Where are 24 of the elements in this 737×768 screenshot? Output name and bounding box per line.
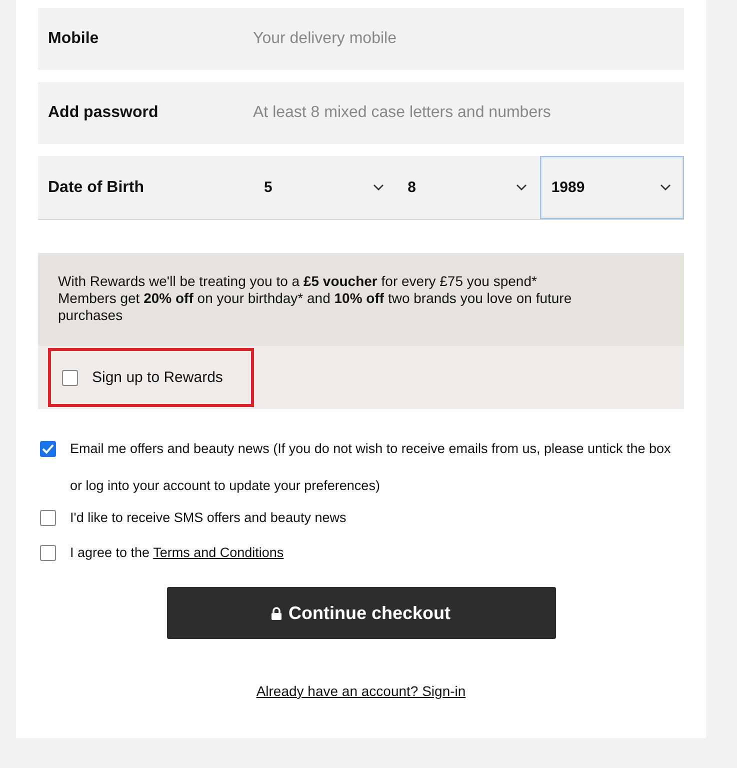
consent-text: I'd like to receive SMS offers and beauty news: [70, 509, 348, 527]
consent-text: I agree to the Terms and Conditions: [70, 544, 285, 562]
chevron-down-icon: [660, 184, 672, 191]
checkbox[interactable]: [40, 441, 56, 457]
input-field[interactable]: At least 8 mixed case letters and numbers: [253, 104, 684, 122]
checkbox[interactable]: [40, 510, 56, 526]
continue-checkout-button[interactable]: Continue checkout: [166, 587, 556, 639]
select-field[interactable]: 5: [253, 156, 397, 219]
checkbox[interactable]: [40, 545, 56, 561]
field-label: Mobile: [48, 30, 100, 48]
select-field[interactable]: 1989: [540, 156, 684, 219]
rewards-text: With Rewards we'll be treating you to a £5 voucher for every £75 you spend* Members get 20% off on your birthday* and 10% off two brands you love on future purchases: [57, 272, 573, 325]
consent-text: Email me offers and beauty news (If you do not wish to receive emails from us, please untick the box or log into your account to update your preferences): [70, 440, 672, 495]
checkbox-label: Sign up to Rewards: [92, 369, 223, 386]
sign-in-link[interactable]: Already have an account? Sign-in: [256, 683, 466, 699]
checkbox[interactable]: [62, 370, 78, 386]
field-label: Add password: [48, 104, 160, 122]
input-field[interactable]: Your delivery mobile: [253, 30, 684, 48]
select-field[interactable]: 8: [396, 156, 540, 219]
field-label: Date of Birth: [48, 178, 145, 196]
chevron-down-icon: [372, 184, 384, 191]
terms-link[interactable]: Terms and Conditions: [153, 545, 284, 560]
lock-icon: [271, 606, 282, 620]
chevron-down-icon: [516, 184, 528, 191]
